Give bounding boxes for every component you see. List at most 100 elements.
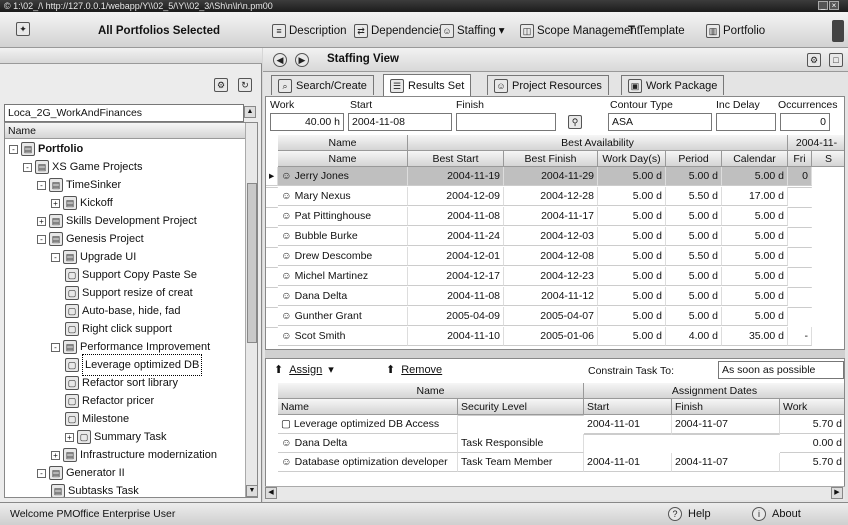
assignment-cell[interactable]: 2004-11-07 bbox=[672, 453, 780, 472]
tree-item[interactable]: - ▤ Genesis Project bbox=[37, 229, 144, 249]
constrain-task-select[interactable]: As soon as possible bbox=[718, 361, 844, 379]
row-indicator[interactable] bbox=[266, 227, 278, 228]
expander-icon[interactable]: + bbox=[51, 450, 60, 460]
tab-results-set[interactable]: ☰ Results Set bbox=[383, 74, 472, 96]
scroll-down-icon[interactable]: ▼ bbox=[246, 485, 257, 497]
resource-name-cell[interactable]: ☺ Michel Martinez bbox=[278, 267, 408, 286]
row-indicator[interactable] bbox=[266, 187, 278, 188]
expander-icon[interactable]: - bbox=[51, 252, 60, 262]
search-resources-icon[interactable]: ⚲ bbox=[568, 115, 582, 129]
tree-item[interactable]: - ▤ TimeSinker bbox=[37, 175, 121, 195]
tree-item[interactable]: - ▤ Portfolio bbox=[9, 139, 83, 159]
expander-icon[interactable]: - bbox=[9, 144, 18, 154]
tree-item[interactable]: + ▤ Infrastructure modernization bbox=[51, 445, 217, 465]
tab-search-create[interactable]: ⌕ Search/Create bbox=[271, 75, 374, 95]
tree-item[interactable]: + ▤ Kickoff bbox=[51, 193, 113, 213]
results-column-header[interactable]: Fri bbox=[788, 151, 812, 167]
back-icon[interactable]: ◀ bbox=[273, 53, 287, 67]
tree-item[interactable]: + ▢ Summary Task bbox=[65, 427, 167, 447]
close-icon[interactable]: × bbox=[829, 1, 839, 10]
scroll-left-icon[interactable]: ◀ bbox=[265, 487, 277, 499]
toolbar-scope-management-button[interactable]: ◫ Scope Management bbox=[520, 22, 640, 40]
assign-column-header[interactable]: Work bbox=[780, 399, 844, 415]
assignment-cell[interactable] bbox=[672, 434, 780, 435]
tree-item[interactable]: ▢ Support resize of creat bbox=[65, 283, 193, 303]
results-column-header[interactable]: Best Start bbox=[408, 151, 504, 167]
toolbar-portfolio-button[interactable]: ▥ Portfolio bbox=[706, 22, 765, 40]
resource-name-cell[interactable]: ☺ Drew Descombe bbox=[278, 247, 408, 266]
tab-project-resources[interactable]: ☺ Project Resources bbox=[487, 75, 609, 95]
remove-button[interactable]: ⬆ Remove bbox=[386, 363, 442, 377]
work-input[interactable]: 40.00 h bbox=[270, 113, 344, 131]
resource-name-cell[interactable]: ☺ Jerry Jones bbox=[278, 167, 408, 186]
expander-icon[interactable]: - bbox=[51, 342, 60, 352]
assign-column-header[interactable]: Security Level bbox=[458, 399, 584, 415]
expander-icon[interactable]: + bbox=[51, 198, 60, 208]
tree-item[interactable]: ▢ Auto-base, hide, fad bbox=[65, 301, 180, 321]
tree-scrollbar[interactable]: ▼ bbox=[245, 123, 257, 497]
results-column-header[interactable]: Name bbox=[278, 151, 408, 167]
expander-icon[interactable]: + bbox=[37, 216, 46, 226]
finish-date-input[interactable] bbox=[456, 113, 556, 131]
assign-horizontal-scrollbar[interactable]: ◀ ▶ bbox=[265, 486, 845, 500]
tree-item[interactable]: - ▤ XS Game Projects bbox=[23, 157, 142, 177]
tree-item[interactable]: ▤ Subtasks Task bbox=[51, 481, 139, 497]
row-indicator[interactable] bbox=[266, 307, 278, 308]
location-scroll-up-icon[interactable]: ▲ bbox=[244, 106, 256, 118]
row-indicator[interactable] bbox=[266, 247, 278, 248]
row-indicator[interactable] bbox=[266, 207, 278, 208]
tree-scroll-thumb[interactable] bbox=[247, 183, 257, 343]
inc-delay-input[interactable] bbox=[716, 113, 776, 131]
results-column-header[interactable]: Period bbox=[666, 151, 722, 167]
assign-column-header[interactable]: Start bbox=[584, 399, 672, 415]
assign-button[interactable]: ⬆ Assign ▾ bbox=[274, 363, 334, 377]
tree-item[interactable]: ▢ Leverage optimized DB bbox=[65, 354, 203, 376]
resource-name-cell[interactable]: ☺ Mary Nexus bbox=[278, 187, 408, 206]
row-indicator[interactable] bbox=[266, 287, 278, 288]
portfolio-tree-icon[interactable]: ⚙ bbox=[214, 78, 228, 92]
results-column-header[interactable]: S bbox=[812, 151, 844, 167]
assignment-cell[interactable] bbox=[584, 434, 672, 435]
refresh-icon[interactable]: ↻ bbox=[238, 78, 252, 92]
results-column-header[interactable]: Calendar bbox=[722, 151, 788, 167]
about-button[interactable]: i About bbox=[752, 507, 801, 521]
expander-icon[interactable]: - bbox=[37, 234, 46, 244]
maximize-icon[interactable]: □ bbox=[829, 53, 843, 67]
tree-item[interactable]: ▢ Support Copy Paste Se bbox=[65, 265, 197, 285]
occurrences-input[interactable]: 0 bbox=[780, 113, 830, 131]
resource-name-cell[interactable]: ☺ Scot Smith bbox=[278, 327, 408, 346]
tree-item[interactable]: + ▤ Skills Development Project bbox=[37, 211, 197, 231]
tree-item[interactable]: ▢ Refactor pricer bbox=[65, 391, 154, 411]
contour-type-select[interactable]: ASA bbox=[608, 113, 712, 131]
tree-item[interactable]: - ▤ Upgrade UI bbox=[51, 247, 136, 267]
toolbar-dependencies-button[interactable]: ⇄ Dependencies bbox=[354, 22, 445, 40]
resource-name-cell[interactable]: ☺ Gunther Grant bbox=[278, 307, 408, 326]
resource-name-cell[interactable]: ☺ Bubble Burke bbox=[278, 227, 408, 246]
tab-work-package[interactable]: ▣ Work Package bbox=[621, 75, 725, 95]
toolbar-overflow-icon[interactable] bbox=[832, 20, 844, 42]
assignment-cell[interactable]: 2004-11-01 bbox=[584, 415, 672, 434]
panel-splitter[interactable] bbox=[265, 350, 845, 358]
expander-icon[interactable]: - bbox=[23, 162, 32, 172]
expander-icon[interactable]: - bbox=[37, 468, 46, 478]
minimize-icon[interactable]: _ bbox=[818, 1, 828, 10]
location-field[interactable]: Loca_2G_WorkAndFinances bbox=[4, 104, 244, 122]
assign-column-header[interactable]: Finish bbox=[672, 399, 780, 415]
assignment-cell[interactable]: 2004-11-07 bbox=[672, 415, 780, 434]
tree-item[interactable]: ▢ Right click support bbox=[65, 319, 172, 339]
expander-icon[interactable]: - bbox=[37, 180, 46, 190]
toolbar-description-button[interactable]: ≡ Description bbox=[272, 22, 347, 40]
assignment-cell[interactable]: 2004-11-01 bbox=[584, 453, 672, 472]
tree-item[interactable]: - ▤ Generator II bbox=[37, 463, 125, 483]
help-button[interactable]: ? Help bbox=[668, 507, 711, 521]
forward-icon[interactable]: ▶ bbox=[295, 53, 309, 67]
toolbar-staffing-button[interactable]: ☺ Staffing ▾ bbox=[440, 22, 505, 40]
scroll-right-icon[interactable]: ▶ bbox=[831, 487, 843, 499]
expander-icon[interactable]: + bbox=[65, 432, 74, 442]
resource-name-cell[interactable]: ☺ Pat Pittinghouse bbox=[278, 207, 408, 226]
toolbar-template-button[interactable]: T Template bbox=[628, 22, 685, 40]
row-indicator[interactable]: ▸ bbox=[266, 167, 278, 186]
row-indicator[interactable] bbox=[266, 327, 278, 328]
start-date-input[interactable]: 2004-11-08 bbox=[348, 113, 452, 131]
tree-item[interactable]: ▢ Milestone bbox=[65, 409, 129, 429]
